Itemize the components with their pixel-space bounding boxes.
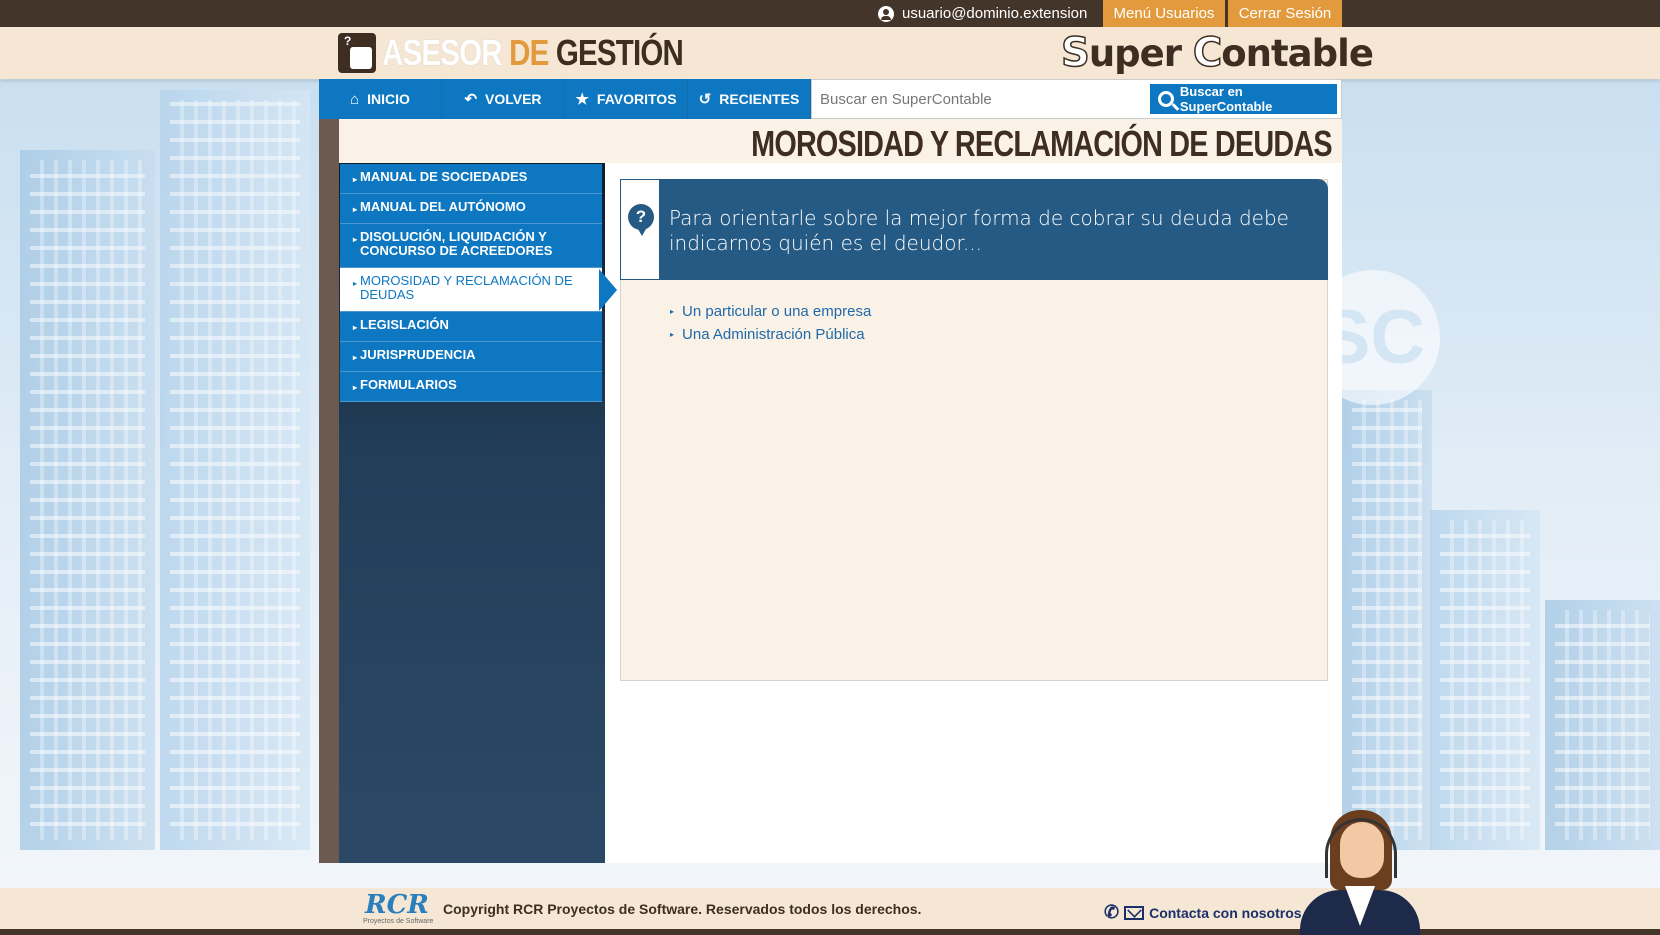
bullet-icon: ▸ — [353, 279, 358, 288]
back-icon: ↶ — [464, 91, 478, 108]
user-account[interactable]: usuario@dominio.extension — [878, 0, 1087, 27]
page-title: MOROSIDAD Y RECLAMACIÓN DE DEUDAS — [751, 123, 1332, 164]
home-icon: ⌂ — [350, 90, 360, 108]
search-icon — [1158, 91, 1174, 107]
sidebar-item-jurisprudencia[interactable]: ▸ JURISPRUDENCIA — [340, 342, 602, 372]
option-label: Una Administración Pública — [682, 326, 865, 343]
rcr-logo[interactable]: RCR — [365, 890, 429, 920]
logout-button[interactable]: Cerrar Sesión — [1228, 0, 1342, 27]
nav-inicio[interactable]: ⌂ INICIO — [319, 79, 442, 119]
bullet-icon: ▸ — [670, 307, 675, 316]
sidebar-item-formularios[interactable]: ▸ FORMULARIOS — [340, 372, 602, 402]
question-text: Para orientarle sobre la mejor forma de … — [669, 206, 1289, 255]
supercontable-logo[interactable]: Super Contable — [1060, 29, 1374, 77]
bullet-icon: ▸ — [353, 175, 358, 184]
sidebar-item-label: MANUAL DE SOCIEDADES — [360, 169, 528, 184]
nav-label: VOLVER — [485, 91, 542, 107]
users-menu-button[interactable]: Menú Usuarios — [1103, 0, 1225, 27]
sidebar-item-label: MOROSIDAD Y RECLAMACIÓN DE DEUDAS — [360, 273, 573, 302]
star-icon: ★ — [575, 91, 589, 108]
asesor-logo[interactable]: ASESOR DE GESTIÓN — [338, 32, 749, 74]
bullet-icon: ▸ — [353, 353, 358, 362]
support-agent-image[interactable] — [1300, 810, 1420, 935]
bullet-icon: ▸ — [353, 383, 358, 392]
logo-text-2: DE — [509, 32, 549, 73]
advisor-icon — [338, 33, 376, 73]
option-administracion-publica[interactable]: ▸ Una Administración Pública — [670, 323, 871, 346]
top-bar — [0, 0, 1660, 27]
phone-icon: ✆ — [1104, 902, 1120, 922]
bullet-icon: ▸ — [353, 323, 358, 332]
brand-ontable: ontable — [1221, 32, 1374, 75]
brand-s: S — [1060, 29, 1090, 77]
option-particular-empresa[interactable]: ▸ Un particular o una empresa — [670, 300, 871, 323]
bullet-icon: ▸ — [353, 235, 358, 244]
bullet-icon: ▸ — [670, 330, 675, 339]
user-icon — [878, 5, 894, 22]
search-button-label: Buscar en SuperContable — [1179, 84, 1273, 114]
contact-label: Contacta con nosotros — [1149, 904, 1302, 921]
bullet-icon: ▸ — [353, 205, 358, 214]
nav-volver[interactable]: ↶ VOLVER — [442, 79, 565, 119]
search-button[interactable]: Buscar en SuperContable — [1150, 84, 1337, 114]
question-icon: ? — [628, 204, 654, 236]
nav-favoritos[interactable]: ★ FAVORITOS — [565, 79, 688, 119]
user-email: usuario@dominio.extension — [902, 5, 1088, 22]
header: ASESOR DE GESTIÓN Super Contable — [0, 27, 1660, 79]
nav-label: FAVORITOS — [596, 91, 677, 107]
left-edge — [319, 119, 339, 863]
nav-label: INICIO — [367, 91, 410, 107]
option-label: Un particular o una empresa — [682, 303, 872, 320]
nav-recientes[interactable]: ↺ RECIENTES — [688, 79, 811, 119]
mail-icon — [1124, 905, 1145, 920]
nav-label: RECIENTES — [719, 91, 800, 107]
sidebar-item-manual-autonomo[interactable]: ▸ MANUAL DEL AUTÓNOMO — [340, 194, 602, 224]
sidebar-item-label: LEGISLACIÓN — [360, 317, 449, 332]
answer-options: ▸ Un particular o una empresa ▸ Una Admi… — [670, 300, 871, 346]
logo-text-1: ASESOR — [382, 32, 503, 73]
sidebar-item-label: DISOLUCIÓN, LIQUIDACIÓN Y CONCURSO DE AC… — [360, 229, 553, 258]
sidebar-item-legislacion[interactable]: ▸ LEGISLACIÓN — [340, 312, 602, 342]
history-icon: ↺ — [698, 91, 712, 108]
title-bar: MOROSIDAD Y RECLAMACIÓN DE DEUDAS — [339, 119, 1342, 164]
sidebar-item-manual-sociedades[interactable]: ▸ MANUAL DE SOCIEDADES — [340, 164, 602, 194]
search-input[interactable] — [820, 88, 1150, 110]
copyright-text: Copyright RCR Proyectos de Software. Res… — [443, 901, 922, 917]
contact-link[interactable]: ✆ Contacta con nosotros — [1104, 902, 1302, 923]
logo-text-3: GESTIÓN — [555, 32, 684, 73]
rcr-logo-subtitle: Proyectos de Software — [363, 918, 434, 925]
sidebar-item-label: JURISPRUDENCIA — [360, 347, 476, 362]
sidebar-item-disolucion[interactable]: ▸ DISOLUCIÓN, LIQUIDACIÓN Y CONCURSO DE A… — [340, 224, 602, 268]
brand-c: C — [1192, 29, 1223, 77]
sidebar-item-label: FORMULARIOS — [360, 377, 457, 392]
sidebar-item-label: MANUAL DEL AUTÓNOMO — [360, 199, 526, 214]
brand-uper: uper — [1088, 32, 1182, 75]
sidebar-item-morosidad[interactable]: ▸ MOROSIDAD Y RECLAMACIÓN DE DEUDAS — [340, 268, 602, 312]
